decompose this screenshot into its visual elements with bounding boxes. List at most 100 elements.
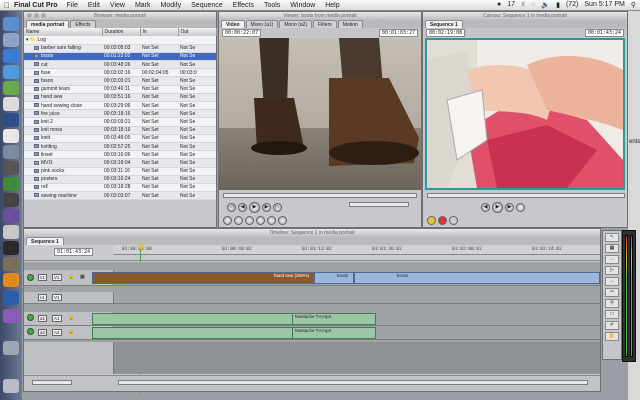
lock-icon[interactable]: 🔒 [68, 329, 74, 335]
timeline-ruler[interactable]: 01:00:00:00 01:00:48:02 01:01:12:02 01:0… [114, 245, 600, 255]
browser-clip-row[interactable]: boots 00:01:22:02 Not Set Not Se [24, 52, 216, 62]
ichat-icon[interactable] [3, 81, 19, 95]
menu-tools[interactable]: Tools [264, 2, 280, 9]
timeline-zoom-slider[interactable] [32, 380, 72, 385]
audio-clip-mustache-a2[interactable]: Mustache TV.mp3 [292, 327, 376, 339]
source-patch-v1-alt[interactable]: v1 [38, 294, 47, 301]
zoom-tool-icon[interactable]: ⚲ [605, 299, 619, 308]
preview-icon[interactable] [3, 145, 19, 159]
browser-clip-row[interactable]: barber sam falling 00:03:05:03 Not Set Not … [24, 44, 216, 53]
add-marker-icon[interactable] [256, 216, 265, 225]
audio-clip-mustache-a1[interactable]: Mustache TV.mp3 [292, 313, 376, 325]
hand-tool-icon[interactable]: ✋ [605, 332, 619, 341]
video-clip-boots-2[interactable]: boots [354, 272, 600, 284]
tab-mono-a1[interactable]: Mono (a1) [245, 20, 279, 28]
column-in[interactable]: In [140, 28, 179, 36]
canvas-play-icon[interactable]: ▶ [492, 202, 503, 213]
destination-patch-v1[interactable]: V1 [52, 274, 62, 281]
browser-clip-row[interactable]: hand sew 00:03:51:16 Not Set Not Se [24, 93, 216, 103]
browser-clip-row[interactable]: knitt 00:03:48:05 Not Set Not Se [24, 134, 216, 143]
viewer-current-timecode[interactable]: 00:01:03:27 [378, 28, 418, 37]
app-menu[interactable]: Final Cut Pro [14, 2, 58, 9]
browser-clip-row[interactable]: fuse 00:03:02:16 00:02:04:05 00:03:0 [24, 68, 216, 78]
roll-tool-icon[interactable]: ▷ [605, 266, 619, 275]
viewer-shuttle-slider[interactable] [349, 202, 409, 207]
canvas-scrubber[interactable] [427, 193, 625, 198]
browser-clip-row[interactable]: knit 2 00:03:03:21 Not Set Not Se [24, 117, 216, 127]
menu-edit[interactable]: Edit [88, 2, 100, 9]
pen-tool-icon[interactable]: ✐ [605, 321, 619, 330]
add-keyframe-icon[interactable] [245, 216, 254, 225]
tab-effects[interactable]: Effects [70, 20, 96, 28]
browser-clip-row[interactable]: cut 00:03:48:26 Not Set Not Se [24, 60, 216, 70]
viewer-duration-timecode[interactable]: 00:00:22:07 [222, 28, 262, 37]
lock-icon[interactable]: 🔒 [68, 315, 74, 321]
final-cut-pro-icon[interactable] [3, 241, 19, 255]
mark-in-icon[interactable]: ◁ [227, 203, 236, 212]
track-select-tool-icon[interactable]: → [605, 255, 619, 264]
browser-clip-row[interactable]: knit moss 00:03:18:16 Not Set Not Se [24, 126, 216, 135]
canvas-prev-edit-icon[interactable]: ◀ [481, 203, 490, 212]
play-icon[interactable]: ▶ [249, 202, 260, 213]
set-out-icon[interactable] [278, 216, 287, 225]
playhead-icon[interactable] [137, 245, 145, 250]
menu-file[interactable]: File [67, 2, 78, 9]
trash-icon[interactable] [3, 379, 19, 393]
video-clip-boots-1[interactable]: boots [314, 272, 354, 284]
insert-edit-icon[interactable] [427, 216, 436, 225]
wifi-icon[interactable]: ◌ [531, 1, 535, 9]
browser-clip-row[interactable]: MVI1 00:03:18:04 Not Set Not Se [24, 158, 216, 168]
lock-icon[interactable]: 🔒 [68, 274, 74, 280]
browser-clip-row[interactable]: pink socks 00:03:11:16 Not Set Not Se [24, 167, 216, 176]
app-icon-gray[interactable] [3, 225, 19, 239]
timeline-titlebar[interactable]: Timeline: Sequence 1 in media portrait [24, 229, 600, 237]
set-in-icon[interactable] [267, 216, 276, 225]
viewer-scrubber[interactable] [223, 193, 417, 198]
address-book-icon[interactable] [3, 97, 19, 111]
tab-mono-a2[interactable]: Mono (a2) [279, 20, 313, 28]
zoom-icon[interactable] [41, 13, 46, 18]
browser-clip-row[interactable]: linset 00:03:16:06 Not Set Not Se [24, 150, 216, 160]
source-patch-a1[interactable]: a1 [38, 315, 48, 322]
system-preferences-icon[interactable] [3, 161, 19, 175]
track-audio-enable-icon[interactable] [27, 314, 34, 321]
tab-video[interactable]: Video [221, 20, 245, 28]
track-visibility-icon[interactable] [27, 274, 34, 281]
disclosure-triangle-icon[interactable]: ▾ [26, 37, 29, 43]
tab-media-portrait[interactable]: media portrait [26, 20, 70, 28]
finder-icon[interactable] [3, 17, 19, 31]
app-icon-brown[interactable] [3, 257, 19, 271]
canvas-loop-icon[interactable] [516, 203, 525, 212]
browser-clip-row[interactable]: fire juice 00:03:18:16 Not Set Not Se [24, 109, 216, 119]
browser-clip-row[interactable]: knitting 00:02:57:25 Not Set Not Se [24, 142, 216, 152]
selection-tool-icon[interactable]: ↖ [605, 233, 619, 242]
column-name[interactable]: Name [24, 28, 103, 36]
imovie-icon[interactable] [3, 209, 19, 223]
menu-window[interactable]: Window [290, 2, 315, 9]
track-audio-enable-icon[interactable] [27, 328, 34, 335]
bluetooth-icon[interactable]: ᛟ [521, 1, 525, 9]
browser-clip-row[interactable]: posters 00:03:16:24 Not Set Not Se [24, 175, 216, 184]
browser-clip-row[interactable]: gummit tears 00:03:46:11 Not Set Not Se [24, 85, 216, 94]
destination-patch-v1-alt[interactable]: V1 [52, 294, 62, 301]
replace-edit-icon[interactable] [449, 216, 458, 225]
slip-tool-icon[interactable]: ↔ [605, 277, 619, 286]
crop-tool-icon[interactable]: □ [605, 310, 619, 319]
destination-patch-a2[interactable]: A2 [52, 329, 62, 336]
menu-help[interactable]: Help [325, 2, 339, 9]
next-edit-icon[interactable]: ▶ [262, 203, 271, 212]
tab-filters[interactable]: Filters [313, 20, 337, 28]
razor-tool-icon[interactable]: ✂ [605, 288, 619, 297]
menu-view[interactable]: View [110, 2, 125, 9]
column-out[interactable]: Out [178, 28, 217, 36]
video-clip-hand-sew[interactable]: hand sew (250%) [92, 272, 314, 284]
edit-select-tool-icon[interactable]: ▦ [605, 244, 619, 253]
battery-icon[interactable]: ▮ [556, 1, 560, 9]
timeline-empty-area[interactable] [24, 342, 600, 374]
photoshop-icon[interactable] [3, 291, 19, 305]
timeline-current-timecode[interactable]: 01:01:43:24 [54, 248, 94, 256]
browser-clip-row[interactable]: sewing machine 00:03:03:07 Not Set Not Se [24, 191, 216, 201]
ical-icon[interactable] [3, 129, 19, 143]
timeline-horizontal-scrollbar[interactable] [118, 380, 588, 385]
browser-clip-row[interactable]: fuson 00:03:03:21 Not Set Not Se [24, 76, 216, 86]
